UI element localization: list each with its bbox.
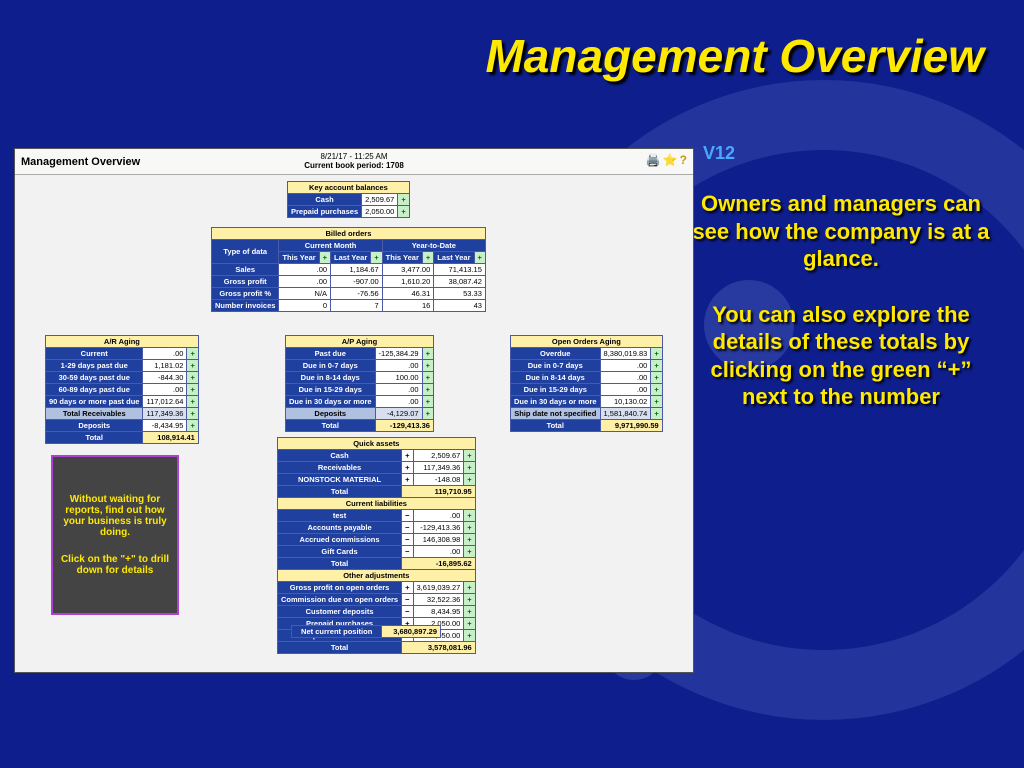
help-icon[interactable]: ? [680, 153, 687, 167]
plus-icon[interactable]: + [464, 594, 475, 606]
app-book-period: Current book period: 1708 [304, 161, 404, 170]
plus-icon[interactable]: + [422, 348, 433, 360]
plus-icon[interactable]: + [422, 372, 433, 384]
plus-icon[interactable]: + [422, 360, 433, 372]
plus-icon[interactable]: + [187, 408, 198, 420]
plus-icon[interactable]: + [651, 396, 662, 408]
plus-icon[interactable]: + [187, 384, 198, 396]
slide-paragraph-1: Owners and managers can see how the comp… [686, 190, 996, 273]
version-label: V12 [703, 143, 735, 164]
plus-icon[interactable]: + [187, 420, 198, 432]
plus-icon[interactable]: + [464, 618, 475, 630]
plus-icon[interactable]: + [422, 384, 433, 396]
plus-icon[interactable]: + [422, 408, 433, 420]
plus-icon[interactable]: + [464, 546, 475, 558]
app-window: Management Overview 8/21/17 - 11:25 AM C… [14, 148, 694, 673]
slide-title: Management Overview [444, 32, 984, 80]
plus-icon[interactable]: + [651, 360, 662, 372]
plus-icon[interactable]: + [398, 206, 409, 218]
assets-liab-table: Quick assets Cash+2,509.67+ Receivables+… [277, 437, 476, 654]
plus-icon[interactable]: + [464, 450, 475, 462]
app-header-center: 8/21/17 - 11:25 AM Current book period: … [15, 153, 693, 171]
plus-icon[interactable]: + [464, 630, 475, 642]
ar-aging-table: A/R Aging Current.00+ 1-29 days past due… [45, 335, 199, 444]
plus-icon[interactable]: + [464, 534, 475, 546]
plus-icon[interactable]: + [651, 348, 662, 360]
plus-icon[interactable]: + [187, 372, 198, 384]
plus-icon[interactable]: + [651, 408, 662, 420]
plus-icon[interactable]: + [187, 396, 198, 408]
slide-paragraph-2: You can also explore the details of thes… [686, 301, 996, 411]
plus-icon[interactable]: + [464, 606, 475, 618]
hint-box: Without waiting for reports, find out ho… [51, 455, 179, 615]
plus-icon[interactable]: + [187, 348, 198, 360]
plus-icon[interactable]: + [464, 510, 475, 522]
star-icon[interactable]: ⭐ [663, 153, 678, 167]
plus-icon[interactable]: + [651, 372, 662, 384]
key-balances-table: Key account balances Cash2,509.67+ Prepa… [287, 181, 410, 218]
plus-icon[interactable]: + [464, 462, 475, 474]
ap-aging-table: A/P Aging Past due-125,384.29+ Due in 0-… [285, 335, 434, 432]
net-position-table: Net current position3,680,897.29 [291, 625, 441, 638]
plus-icon[interactable]: + [464, 582, 475, 594]
plus-icon[interactable]: + [371, 252, 382, 264]
plus-icon[interactable]: + [422, 252, 433, 264]
plus-icon[interactable]: + [474, 252, 485, 264]
hint-line-2: Click on the "+" to drill down for detai… [59, 554, 171, 576]
plus-icon[interactable]: + [464, 522, 475, 534]
plus-icon[interactable]: + [319, 252, 330, 264]
hint-line-1: Without waiting for reports, find out ho… [59, 494, 171, 538]
slide-body: Owners and managers can see how the comp… [686, 190, 996, 411]
open-orders-table: Open Orders Aging Overdue8,380,019.83+ D… [510, 335, 663, 432]
plus-icon[interactable]: + [398, 194, 409, 206]
plus-icon[interactable]: + [187, 360, 198, 372]
key-balances-title: Key account balances [288, 182, 410, 194]
print-icon[interactable]: 🖨️ [646, 153, 661, 167]
plus-icon[interactable]: + [651, 384, 662, 396]
app-header: Management Overview 8/21/17 - 11:25 AM C… [15, 149, 693, 175]
plus-icon[interactable]: + [464, 474, 475, 486]
billed-orders-table: Billed orders Type of data Current Month… [211, 227, 486, 312]
plus-icon[interactable]: + [422, 396, 433, 408]
